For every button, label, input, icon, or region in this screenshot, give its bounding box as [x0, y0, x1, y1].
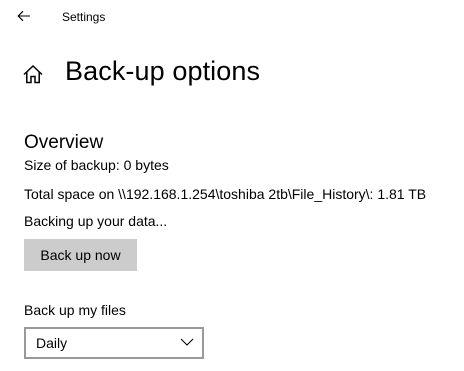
back-up-frequency-dropdown[interactable]: Daily [24, 327, 204, 359]
total-space-text: Total space on \\192.168.1.254\toshiba 2… [24, 186, 427, 202]
arrow-left-icon [17, 10, 30, 22]
title-bar: Settings [0, 0, 464, 34]
backup-status-text: Backing up your data... [24, 213, 168, 229]
backup-size-text: Size of backup: 0 bytes [24, 157, 169, 173]
page-header: Back-up options [0, 52, 464, 96]
dropdown-selected-value: Daily [36, 335, 68, 351]
chevron-down-icon [180, 338, 194, 346]
app-title: Settings [62, 10, 106, 24]
home-icon [23, 64, 43, 84]
overview-heading: Overview [24, 132, 104, 153]
back-up-now-button[interactable]: Back up now [24, 239, 137, 271]
page-title: Back-up options [65, 56, 261, 86]
back-up-frequency-label: Back up my files [24, 302, 126, 318]
back-button[interactable] [10, 4, 38, 28]
